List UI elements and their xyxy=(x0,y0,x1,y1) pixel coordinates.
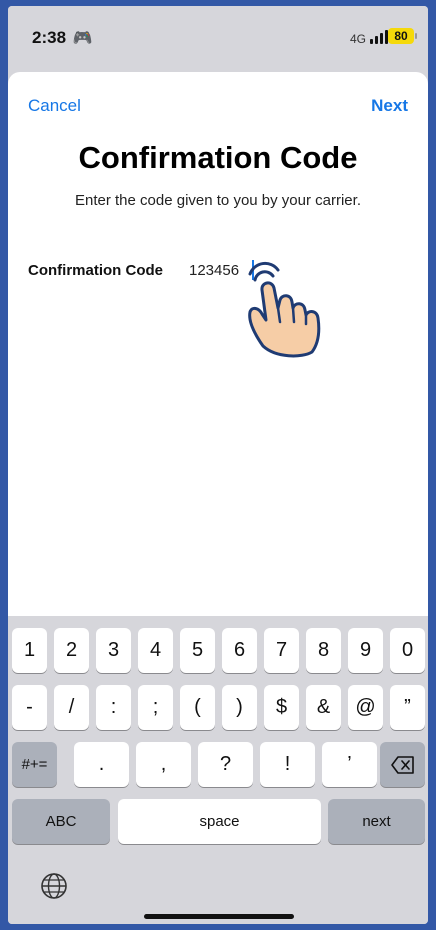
time-text: 2:38 xyxy=(32,28,67,47)
battery-icon: 80 xyxy=(388,28,414,44)
network-type: 4G xyxy=(349,32,366,46)
key-0[interactable]: 0 xyxy=(390,628,425,673)
key-4[interactable]: 4 xyxy=(138,628,173,673)
key-exclamation[interactable]: ! xyxy=(260,742,315,787)
key-hyphen[interactable]: - xyxy=(12,685,47,730)
backspace-key[interactable] xyxy=(380,742,425,787)
key-5[interactable]: 5 xyxy=(180,628,215,673)
key-apostrophe[interactable]: ’ xyxy=(322,742,377,787)
key-comma[interactable]: , xyxy=(136,742,191,787)
key-2[interactable]: 2 xyxy=(54,628,89,673)
signal-icon xyxy=(370,30,388,44)
globe-key[interactable] xyxy=(36,868,72,904)
key-1[interactable]: 1 xyxy=(12,628,47,673)
page-title: Confirmation Code xyxy=(78,140,358,175)
key-7[interactable]: 7 xyxy=(264,628,299,673)
backspace-icon xyxy=(390,755,414,774)
home-indicator[interactable] xyxy=(144,914,294,919)
status-bar: 2:38 🎮 4G 80 xyxy=(8,6,428,72)
status-time: 2:38 🎮 xyxy=(32,28,93,48)
key-8[interactable]: 8 xyxy=(306,628,341,673)
space-key[interactable]: space xyxy=(118,799,321,844)
numeric-keyboard: 1 2 3 4 5 6 7 8 9 0 - / : ; ( ) $ & @ ” … xyxy=(8,616,428,924)
key-quote[interactable]: ” xyxy=(390,685,425,730)
key-9[interactable]: 9 xyxy=(348,628,383,673)
key-semicolon[interactable]: ; xyxy=(138,685,173,730)
battery-nub xyxy=(415,33,417,39)
key-open-paren[interactable]: ( xyxy=(180,685,215,730)
key-colon[interactable]: : xyxy=(96,685,131,730)
page-subtitle: Enter the code given to you by your carr… xyxy=(75,192,361,209)
key-ampersand[interactable]: & xyxy=(306,685,341,730)
key-question[interactable]: ? xyxy=(198,742,253,787)
confirmation-sheet: Cancel Next Confirmation Code Enter the … xyxy=(8,72,428,632)
key-at[interactable]: @ xyxy=(348,685,383,730)
symbols-toggle-key[interactable]: #+= xyxy=(12,742,57,787)
key-dollar[interactable]: $ xyxy=(264,685,299,730)
key-3[interactable]: 3 xyxy=(96,628,131,673)
globe-icon xyxy=(41,873,67,899)
key-close-paren[interactable]: ) xyxy=(222,685,257,730)
confirmation-code-label: Confirmation Code xyxy=(28,262,163,279)
key-period[interactable]: . xyxy=(74,742,129,787)
game-controller-icon: 🎮 xyxy=(72,30,93,47)
abc-key[interactable]: ABC xyxy=(12,799,110,844)
key-6[interactable]: 6 xyxy=(222,628,257,673)
key-slash[interactable]: / xyxy=(54,685,89,730)
next-button[interactable]: Next xyxy=(371,96,408,116)
cancel-button[interactable]: Cancel xyxy=(28,96,81,116)
tap-hand-icon xyxy=(248,261,321,358)
next-key[interactable]: next xyxy=(328,799,425,844)
phone-screen: 2:38 🎮 4G 80 Cancel Next Confirmation Co… xyxy=(8,6,428,924)
